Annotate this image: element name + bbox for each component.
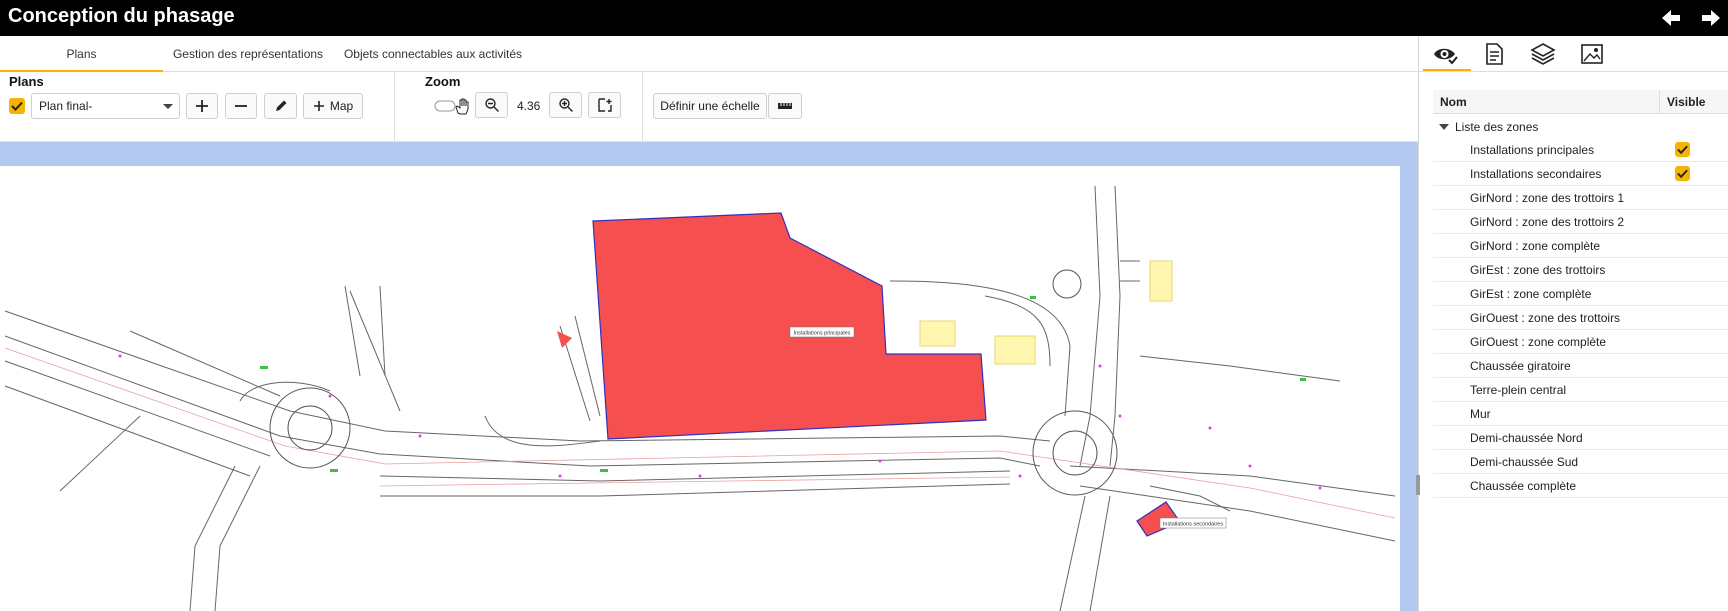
plus-icon (196, 100, 208, 112)
document-icon[interactable] (1480, 41, 1508, 67)
toolbar-divider (642, 72, 643, 142)
page-title: Conception du phasage (8, 5, 235, 27)
edit-plan-button[interactable] (264, 93, 297, 119)
zone-label-secondaires-text: Installations secondaires (1163, 522, 1223, 528)
layer-name: Installations principales (1470, 143, 1595, 157)
toolbar-divider (394, 72, 395, 142)
list-item[interactable]: GirOuest : zone des trottoirs (1433, 306, 1728, 330)
active-tab-indicator (1423, 69, 1471, 71)
check-icon (11, 101, 23, 111)
zoom-value: 4.36 (517, 99, 541, 113)
check-icon (1677, 169, 1688, 179)
visibility-icon[interactable] (1431, 41, 1459, 67)
layer-name: GirOuest : zone complète (1470, 335, 1607, 349)
layer-name: Demi-chaussée Sud (1470, 455, 1579, 469)
list-item[interactable]: GirNord : zone complète (1433, 234, 1728, 258)
tab-objets-connectables[interactable]: Objets connectables aux activités (333, 36, 533, 72)
hatched-zone (1149, 260, 1173, 302)
plans-section-title: Plans (9, 74, 44, 89)
layer-name: Demi-chaussée Nord (1470, 431, 1583, 445)
layers-grid-header: Nom Visible (1433, 90, 1728, 114)
layer-name: GirEst : zone complète (1470, 287, 1592, 301)
hatched-zone (994, 335, 1036, 365)
layer-name: Terre-plein central (1470, 383, 1567, 397)
plan-drawing[interactable]: Installations principales Installations … (0, 166, 1400, 611)
group-label: Liste des zones (1455, 120, 1539, 134)
list-item[interactable]: GirNord : zone des trottoirs 2 (1433, 210, 1728, 234)
list-item[interactable]: Installations secondaires (1433, 162, 1728, 186)
caret-down-icon[interactable] (1439, 124, 1449, 130)
list-item[interactable]: Demi-chaussée Nord (1433, 426, 1728, 450)
layers-panel: Nom Visible Liste des zones Installation… (1418, 36, 1728, 611)
layer-name: Chaussée giratoire (1470, 359, 1571, 373)
column-separator (1659, 90, 1660, 114)
plan-select[interactable]: Plan final- (31, 93, 180, 119)
add-plan-button[interactable] (186, 93, 218, 119)
list-item[interactable]: GirEst : zone complète (1433, 282, 1728, 306)
arrow-right-icon[interactable] (1700, 8, 1722, 28)
check-icon (1677, 145, 1688, 155)
toolbar: Plans Plan final- Map Zoom 4.36 Définir … (0, 72, 1418, 142)
plan-select-value: Plan final- (39, 99, 93, 113)
pencil-icon (275, 100, 286, 111)
ruler-icon (778, 103, 792, 109)
pan-toggle[interactable] (434, 96, 472, 116)
list-item[interactable]: GirOuest : zone complète (1433, 330, 1728, 354)
map-canvas[interactable]: Installations principales Installations … (0, 142, 1418, 611)
tab-plans[interactable]: Plans (0, 36, 163, 72)
layer-name: Installations secondaires (1470, 167, 1602, 181)
visible-checkbox[interactable] (1675, 142, 1690, 157)
arrow-left-icon[interactable] (1660, 8, 1682, 28)
list-item[interactable]: Demi-chaussée Sud (1433, 450, 1728, 474)
panel-splitter[interactable] (1416, 475, 1420, 495)
column-header-visible[interactable]: Visible (1667, 95, 1705, 109)
map-button-label: Map (329, 99, 354, 113)
zoom-in-button[interactable] (549, 92, 582, 118)
zoom-out-icon (484, 98, 499, 112)
list-item[interactable]: GirEst : zone des trottoirs (1433, 258, 1728, 282)
layer-name: Chaussée complète (1470, 479, 1577, 493)
zoom-out-button[interactable] (475, 92, 508, 118)
layer-name: Mur (1470, 407, 1491, 421)
group-row-liste-des-zones[interactable]: Liste des zones (1433, 116, 1728, 138)
title-bar: Conception du phasage (0, 0, 1728, 36)
panel-tabs (1419, 36, 1728, 72)
layer-name: GirNord : zone complète (1470, 239, 1601, 253)
chevron-down-icon (163, 104, 173, 109)
zoom-fit-button[interactable] (588, 92, 621, 118)
minus-icon (235, 105, 247, 107)
image-icon[interactable] (1578, 41, 1606, 67)
list-item[interactable]: Chaussée complète (1433, 474, 1728, 498)
list-item[interactable]: GirNord : zone des trottoirs 1 (1433, 186, 1728, 210)
layer-name: GirNord : zone des trottoirs 2 (1470, 215, 1625, 229)
hatched-zone (919, 320, 956, 347)
add-map-button[interactable]: Map (303, 93, 363, 119)
layer-name: GirNord : zone des trottoirs 1 (1470, 191, 1625, 205)
list-item[interactable]: Mur (1433, 402, 1728, 426)
column-header-nom[interactable]: Nom (1440, 95, 1467, 109)
list-item[interactable]: Terre-plein central (1433, 378, 1728, 402)
plus-icon (313, 101, 324, 111)
zone-label-principales-text: Installations principales (794, 331, 851, 337)
list-item[interactable]: Installations principales (1433, 138, 1728, 162)
plan-checkbox[interactable] (9, 98, 25, 114)
zoom-in-icon (558, 98, 573, 112)
layer-name: GirOuest : zone des trottoirs (1470, 311, 1621, 325)
zoom-section-title: Zoom (425, 74, 461, 89)
layer-name: GirEst : zone des trottoirs (1470, 263, 1606, 277)
layers-icon[interactable] (1529, 41, 1557, 67)
hand-icon (455, 98, 469, 115)
tab-gestion-representations[interactable]: Gestion des représentations (163, 36, 333, 72)
main-tabs: Plans Gestion des représentations Objets… (0, 36, 1418, 72)
fit-to-screen-icon (597, 98, 612, 112)
define-scale-button[interactable]: Définir une échelle (653, 93, 767, 119)
visible-checkbox[interactable] (1675, 166, 1690, 181)
remove-plan-button[interactable] (225, 93, 257, 119)
ruler-button[interactable] (768, 93, 802, 119)
list-item[interactable]: Chaussée giratoire (1433, 354, 1728, 378)
